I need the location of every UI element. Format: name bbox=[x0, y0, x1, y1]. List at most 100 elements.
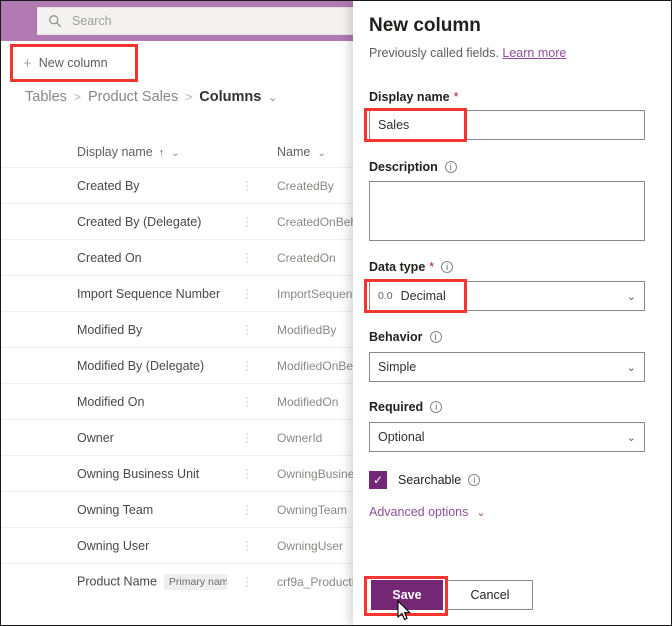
display-name-input[interactable]: Sales bbox=[369, 110, 645, 140]
search-icon bbox=[48, 14, 62, 28]
kebab-menu-icon[interactable]: ⋮ bbox=[241, 324, 253, 336]
cell-name: crf9a_ProductNa bbox=[277, 574, 357, 589]
cell-name: ImportSequence bbox=[277, 286, 357, 301]
primary-name-badge: Primary name bbox=[163, 573, 227, 590]
chevron-down-icon[interactable]: ⌄ bbox=[627, 361, 636, 374]
kebab-menu-icon[interactable]: ⋮ bbox=[241, 540, 253, 552]
table-row[interactable]: Created By (Delegate) ⋮ CreatedOnBeha bbox=[1, 203, 357, 239]
info-icon[interactable]: i bbox=[444, 161, 457, 173]
table-row[interactable]: Created By ⋮ CreatedBy bbox=[1, 167, 357, 203]
kebab-menu-icon[interactable]: ⋮ bbox=[241, 432, 253, 444]
info-icon[interactable]: i bbox=[430, 401, 443, 413]
searchable-checkbox[interactable]: ✓ bbox=[369, 471, 387, 489]
info-icon[interactable]: i bbox=[468, 474, 481, 486]
label-text: Description bbox=[369, 160, 438, 174]
kebab-menu-icon[interactable]: ⋮ bbox=[241, 288, 253, 300]
label-text: Behavior bbox=[369, 330, 423, 344]
required-dropdown[interactable]: Optional ⌄ bbox=[369, 422, 645, 452]
panel-subtitle-text: Previously called fields. bbox=[369, 46, 499, 60]
table-row[interactable]: Owner ⋮ OwnerId bbox=[1, 419, 357, 455]
breadcrumb-separator: > bbox=[73, 90, 81, 104]
screenshot-root: Search + New column Tables > Product Sal… bbox=[0, 0, 672, 626]
table-header: Display name ↑ ⌄ Name ⌄ bbox=[1, 137, 357, 167]
required-asterisk: * bbox=[429, 260, 435, 274]
cell-name: OwningUser bbox=[277, 538, 344, 553]
breadcrumb-item-columns[interactable]: Columns bbox=[199, 89, 261, 105]
behavior-dropdown[interactable]: Simple ⌄ bbox=[369, 352, 645, 382]
plus-icon: + bbox=[23, 54, 32, 72]
table-row[interactable]: Import Sequence Number ⋮ ImportSequence bbox=[1, 275, 357, 311]
breadcrumb-item-tables[interactable]: Tables bbox=[25, 89, 67, 105]
info-icon[interactable]: i bbox=[441, 261, 454, 273]
chevron-down-icon[interactable]: ⌄ bbox=[627, 290, 636, 303]
cell-name: ModifiedOn bbox=[277, 394, 339, 409]
cell-display-name: Created By (Delegate) bbox=[77, 214, 202, 229]
cell-name: OwningTeam bbox=[277, 502, 348, 517]
table-row[interactable]: Modified On ⋮ ModifiedOn bbox=[1, 383, 357, 419]
learn-more-link[interactable]: Learn more bbox=[502, 46, 566, 60]
search-box[interactable]: Search bbox=[37, 7, 357, 35]
kebab-menu-icon[interactable]: ⋮ bbox=[241, 576, 253, 588]
kebab-menu-icon[interactable]: ⋮ bbox=[241, 180, 253, 192]
label-text: Required bbox=[369, 400, 424, 414]
cell-display-name: Owning User bbox=[77, 538, 150, 553]
cell-display-name: Product NamePrimary name bbox=[77, 573, 227, 590]
breadcrumb-item-product-sales[interactable]: Product Sales bbox=[88, 89, 178, 105]
breadcrumb: Tables > Product Sales > Columns ⌄ bbox=[25, 89, 277, 105]
background-app: Search + New column Tables > Product Sal… bbox=[1, 1, 357, 625]
cell-name: CreatedBy bbox=[277, 178, 334, 193]
description-textarea[interactable] bbox=[369, 181, 645, 241]
cell-display-name: Modified By bbox=[77, 322, 143, 337]
column-header-display-name[interactable]: Display name ↑ ⌄ bbox=[77, 145, 180, 159]
kebab-menu-icon[interactable]: ⋮ bbox=[241, 396, 253, 408]
cell-name: CreatedOn bbox=[277, 250, 336, 265]
breadcrumb-separator: > bbox=[185, 90, 193, 104]
save-button[interactable]: Save bbox=[371, 580, 443, 610]
behavior-label: Behavior i bbox=[369, 330, 442, 344]
new-column-button[interactable]: + New column bbox=[17, 49, 118, 77]
table-row[interactable]: Owning User ⋮ OwningUser bbox=[1, 527, 357, 563]
kebab-menu-icon[interactable]: ⋮ bbox=[241, 360, 253, 372]
table-row[interactable]: Created On ⋮ CreatedOn bbox=[1, 239, 357, 275]
chevron-down-icon[interactable]: ⌄ bbox=[268, 91, 277, 104]
table-row[interactable]: Owning Team ⋮ OwningTeam bbox=[1, 491, 357, 527]
kebab-menu-icon[interactable]: ⋮ bbox=[241, 252, 253, 264]
required-value: Optional bbox=[378, 430, 425, 444]
chevron-down-icon[interactable]: ⌄ bbox=[171, 148, 179, 159]
table-row[interactable]: Modified By (Delegate) ⋮ ModifiedOnBeh bbox=[1, 347, 357, 383]
behavior-value: Simple bbox=[378, 360, 417, 374]
column-header-name[interactable]: Name ⌄ bbox=[277, 145, 326, 159]
panel-subtitle: Previously called fields. Learn more bbox=[369, 46, 566, 60]
data-type-value: Decimal bbox=[400, 289, 446, 303]
new-column-label: New column bbox=[38, 56, 108, 70]
chevron-down-icon[interactable]: ⌄ bbox=[627, 431, 636, 444]
display-name-value: Sales bbox=[378, 118, 410, 132]
cell-display-name: Owning Team bbox=[77, 502, 154, 517]
kebab-menu-icon[interactable]: ⋮ bbox=[241, 468, 253, 480]
cell-display-name: Import Sequence Number bbox=[77, 286, 221, 301]
kebab-menu-icon[interactable]: ⋮ bbox=[241, 504, 253, 516]
cell-display-name: Created By bbox=[77, 178, 140, 193]
cell-display-name: Modified On bbox=[77, 394, 145, 409]
panel-title: New column bbox=[369, 15, 481, 36]
cell-name: ModifiedBy bbox=[277, 322, 337, 337]
chevron-down-icon: ⌄ bbox=[476, 506, 486, 519]
chevron-down-icon[interactable]: ⌄ bbox=[317, 148, 325, 159]
sort-ascending-icon: ↑ bbox=[158, 147, 165, 159]
cell-display-name: Modified By (Delegate) bbox=[77, 358, 205, 373]
cell-name: OwningBusiness bbox=[277, 466, 357, 481]
cancel-button[interactable]: Cancel bbox=[447, 580, 533, 610]
table-row[interactable]: Modified By ⋮ ModifiedBy bbox=[1, 311, 357, 347]
label-text: Display name bbox=[369, 90, 450, 104]
data-type-dropdown[interactable]: 0.0 Decimal ⌄ bbox=[369, 281, 645, 311]
column-header-label: Name bbox=[277, 145, 311, 159]
cell-name: CreatedOnBeha bbox=[277, 214, 357, 229]
table-row[interactable]: Owning Business Unit ⋮ OwningBusiness bbox=[1, 455, 357, 491]
advanced-options-toggle[interactable]: Advanced options ⌄ bbox=[369, 505, 486, 519]
kebab-menu-icon[interactable]: ⋮ bbox=[241, 216, 253, 228]
table-row[interactable]: Product NamePrimary name ⋮ crf9a_ProductNa bbox=[1, 563, 357, 599]
search-placeholder: Search bbox=[72, 14, 112, 28]
info-icon[interactable]: i bbox=[429, 331, 442, 343]
column-header-label: Display name bbox=[77, 145, 153, 159]
cell-display-name: Owner bbox=[77, 430, 114, 445]
